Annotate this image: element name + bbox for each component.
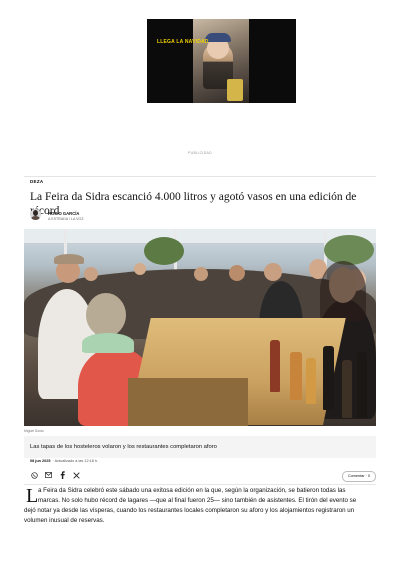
author-avatar[interactable] bbox=[30, 209, 41, 220]
photo-caption: Las tapas de los hosteleros volaron y lo… bbox=[30, 444, 217, 450]
photo-woman-hair bbox=[320, 261, 366, 321]
publish-date: 08 jun 2025 bbox=[30, 459, 51, 463]
ad-video[interactable]: LLEGA LA NAVIDAD bbox=[147, 19, 296, 103]
photo-bottle bbox=[342, 360, 352, 418]
author-org: A ESTRADA / LA VOZ bbox=[48, 216, 84, 221]
author-name[interactable]: ROCÍO GARCÍA bbox=[48, 211, 79, 216]
divider bbox=[24, 484, 376, 485]
date-row: 08 jun 2025 · Actualizado a las 12:18 h. bbox=[30, 459, 98, 463]
article-headline: La Feira da Sidra escanció 4.000 litros … bbox=[30, 191, 357, 217]
divider bbox=[24, 176, 376, 177]
photo-tree bbox=[144, 237, 184, 265]
photo-caption-box: Las tapas de los hosteleros volaron y lo… bbox=[24, 436, 376, 458]
whatsapp-icon[interactable] bbox=[30, 471, 38, 479]
photo-bottle bbox=[323, 346, 334, 410]
facebook-icon[interactable] bbox=[58, 471, 66, 479]
photo-woman-grey-hair bbox=[86, 293, 126, 337]
photo-counter-front bbox=[128, 378, 248, 426]
photo-person bbox=[134, 263, 146, 275]
photo-bottle bbox=[270, 340, 280, 392]
article-body: a Feira da Sidra celebró este sábado una… bbox=[24, 486, 372, 526]
photo-woman-scarf bbox=[82, 333, 134, 353]
photo-person bbox=[84, 267, 98, 281]
share-bar: Comentar · 0 bbox=[30, 471, 376, 482]
ad-video-text: LLEGA LA NAVIDAD bbox=[157, 39, 209, 45]
ad-label: PUBLICIDAD bbox=[187, 151, 212, 155]
photo-bottle bbox=[306, 358, 316, 404]
photo-man-cap-brim bbox=[54, 254, 84, 264]
photo-bottle bbox=[357, 352, 367, 418]
email-icon[interactable] bbox=[44, 471, 52, 479]
ad-drink bbox=[227, 79, 243, 101]
comment-button[interactable]: Comentar · 0 bbox=[341, 471, 376, 482]
body-line: marcas. No solo hubo récord de lagares —… bbox=[38, 497, 357, 504]
photo-person bbox=[194, 267, 208, 281]
body-line: volumen inusual de reservas. bbox=[24, 517, 105, 524]
x-icon[interactable] bbox=[72, 471, 80, 479]
updated-time: · Actualizado a las 12:18 h. bbox=[52, 459, 99, 463]
photo-bottle bbox=[290, 352, 302, 400]
body-line: dejó notar ya desde las vísperas, cuando… bbox=[24, 507, 355, 514]
ad-video-frame bbox=[193, 19, 249, 103]
photo-person bbox=[264, 263, 282, 281]
photo-credit: Miguel Souto bbox=[24, 429, 44, 433]
photo-tree bbox=[324, 235, 374, 265]
section-label[interactable]: DEZA bbox=[30, 179, 43, 184]
body-line: a Feira da Sidra celebró este sábado una… bbox=[38, 487, 346, 494]
photo-person bbox=[229, 265, 245, 281]
